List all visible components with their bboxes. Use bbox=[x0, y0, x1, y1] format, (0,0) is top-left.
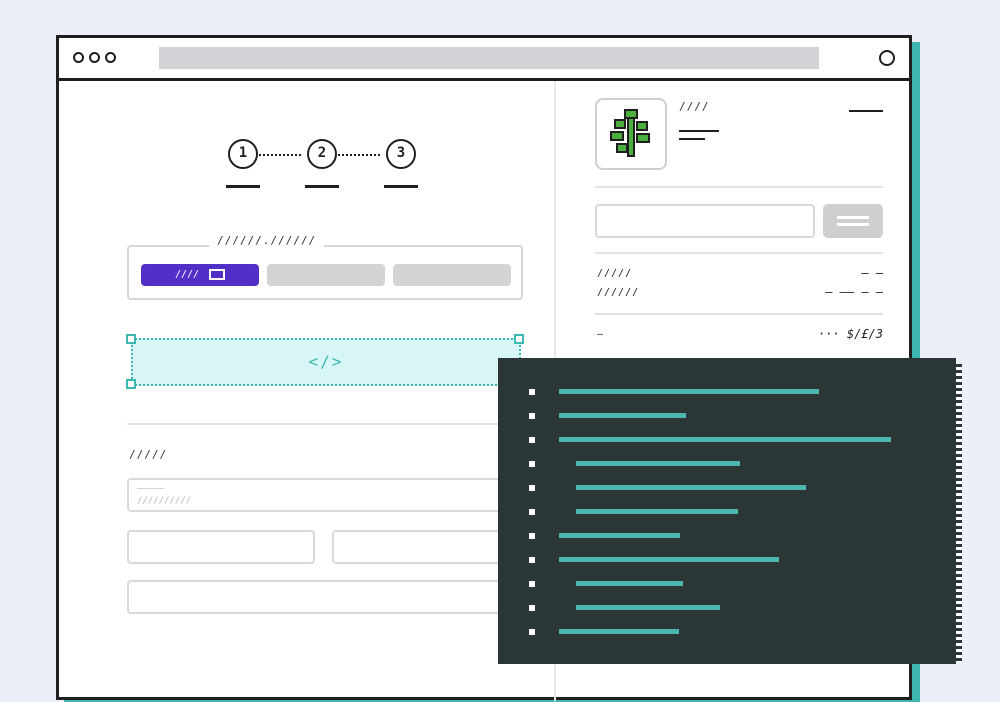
step-3[interactable]: 3 bbox=[386, 139, 416, 169]
summary-row-value: — —— — — bbox=[825, 285, 883, 299]
address-bar[interactable] bbox=[159, 47, 819, 69]
select-sub-placeholder: ////////// bbox=[137, 496, 192, 506]
tabs-legend: //////.////// bbox=[209, 234, 325, 247]
select-placeholder: ————— bbox=[137, 484, 165, 494]
summary-row-value: — — bbox=[861, 266, 883, 280]
section-divider bbox=[127, 423, 537, 425]
right-divider bbox=[595, 313, 883, 315]
code-bullet bbox=[529, 461, 535, 467]
code-line bbox=[559, 533, 680, 538]
coupon-input[interactable] bbox=[595, 204, 815, 238]
form-section-label: ///// bbox=[129, 448, 168, 461]
card-icon bbox=[209, 268, 226, 280]
product-price bbox=[849, 110, 883, 112]
code-line bbox=[559, 629, 679, 634]
code-bullet bbox=[529, 485, 535, 491]
step-2[interactable]: 2 bbox=[307, 139, 337, 169]
code-bullet bbox=[529, 557, 535, 563]
form-field-left[interactable] bbox=[127, 530, 315, 564]
traffic-dots-icon[interactable] bbox=[73, 52, 116, 63]
code-bullet bbox=[529, 413, 535, 419]
step-underline bbox=[305, 185, 339, 188]
code-line bbox=[576, 461, 740, 466]
product-desc-line bbox=[679, 138, 705, 140]
step-connector bbox=[259, 154, 301, 156]
code-bullet bbox=[529, 629, 535, 635]
title-bar bbox=[59, 38, 909, 81]
code-line bbox=[559, 413, 686, 418]
code-line bbox=[559, 557, 779, 562]
right-divider bbox=[595, 252, 883, 254]
product-desc-line bbox=[679, 130, 719, 132]
code-line bbox=[576, 485, 806, 490]
form-field-full[interactable] bbox=[127, 580, 539, 614]
step-connector bbox=[338, 154, 380, 156]
code-bullet bbox=[529, 437, 535, 443]
step-underline bbox=[384, 185, 418, 188]
resize-handle[interactable] bbox=[126, 379, 136, 389]
tab-card[interactable]: //// bbox=[141, 264, 259, 286]
tab-option-2[interactable] bbox=[267, 264, 385, 286]
product-thumbnail bbox=[595, 98, 667, 170]
menu-icon-bar bbox=[837, 223, 869, 226]
menu-icon bbox=[837, 216, 869, 219]
country-select[interactable]: ————— ////////// bbox=[127, 478, 539, 512]
coupon-apply-button[interactable] bbox=[823, 204, 883, 238]
payment-method-tabs: //// bbox=[127, 245, 523, 300]
circle-icon[interactable] bbox=[879, 50, 895, 66]
summary-row-label: ///// bbox=[597, 268, 633, 279]
resize-handle[interactable] bbox=[126, 334, 136, 344]
code-line bbox=[576, 509, 738, 514]
summary-row-label: ////// bbox=[597, 287, 640, 298]
step-underline bbox=[226, 185, 260, 188]
code-bullet bbox=[529, 389, 535, 395]
code-panel bbox=[498, 358, 956, 664]
step-1[interactable]: 1 bbox=[228, 139, 258, 169]
plant-icon bbox=[610, 109, 650, 157]
code-line bbox=[576, 605, 720, 610]
code-bullet bbox=[529, 509, 535, 515]
code-line bbox=[559, 389, 819, 394]
code-bullet bbox=[529, 605, 535, 611]
tab-option-3[interactable] bbox=[393, 264, 511, 286]
product-title: //// bbox=[679, 100, 710, 113]
resize-handle[interactable] bbox=[514, 334, 524, 344]
code-line bbox=[576, 581, 683, 586]
total-label: — bbox=[597, 329, 605, 340]
code-panel-edge bbox=[956, 364, 962, 662]
total-value: ··· $/£/3 bbox=[817, 327, 883, 341]
code-bullet bbox=[529, 533, 535, 539]
code-line bbox=[559, 437, 891, 442]
right-divider bbox=[595, 186, 883, 188]
code-bullet bbox=[529, 581, 535, 587]
embed-code-block[interactable]: </> bbox=[131, 338, 521, 386]
tab-card-label: //// bbox=[174, 269, 200, 280]
